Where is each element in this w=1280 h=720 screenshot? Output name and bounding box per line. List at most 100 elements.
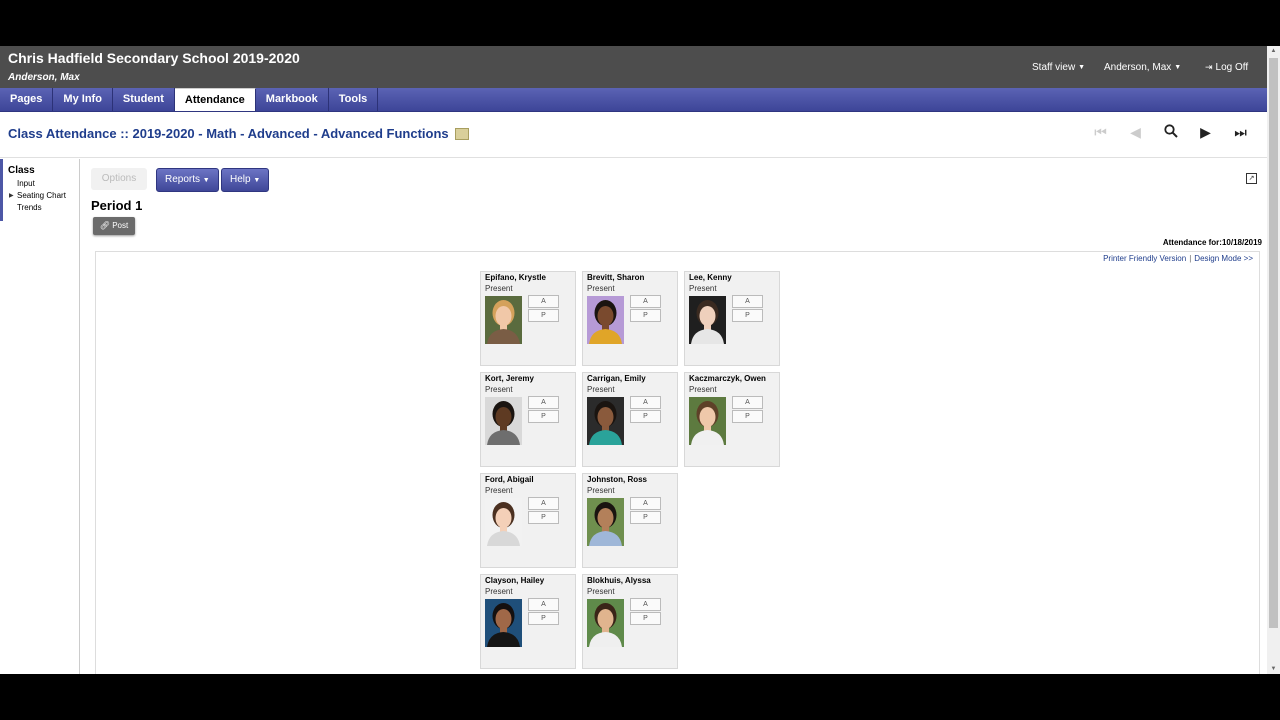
student-name: Blokhuis, Alyssa: [587, 576, 651, 585]
student-photo: [587, 397, 624, 445]
previous-record-icon[interactable]: ◀: [1118, 124, 1153, 141]
staff-view-menu[interactable]: Staff view ▼: [1032, 62, 1085, 73]
app-window: Chris Hadfield Secondary School 2019-202…: [0, 46, 1280, 674]
attendance-status: Present: [485, 284, 513, 293]
tab-student[interactable]: Student: [113, 88, 175, 111]
absent-button[interactable]: A: [630, 497, 661, 510]
present-button[interactable]: P: [732, 309, 763, 322]
attendance-toggle: AP: [528, 295, 559, 323]
tab-attendance[interactable]: Attendance: [174, 88, 256, 111]
student-card[interactable]: Clayson, Hailey Present A P: [480, 574, 576, 669]
sidebar-item-seating-chart[interactable]: Seating Chart: [17, 191, 66, 200]
attendance-status: Present: [485, 385, 513, 394]
last-record-icon[interactable]: ⏭: [1223, 124, 1258, 141]
absent-button[interactable]: A: [732, 396, 763, 409]
student-photo: [485, 498, 522, 546]
view-links: Printer Friendly Version | Design Mode >>: [1103, 254, 1253, 263]
scroll-down-icon[interactable]: ▼: [1267, 666, 1280, 672]
left-sidebar: Class Input ▶ Seating Chart Trends: [0, 159, 80, 674]
attendance-status: Present: [689, 385, 717, 394]
student-photo: [587, 599, 624, 647]
student-card[interactable]: Kort, Jeremy Present A P: [480, 372, 576, 467]
student-photo: [485, 296, 522, 344]
search-icon[interactable]: [1153, 124, 1188, 141]
absent-button[interactable]: A: [528, 598, 559, 611]
sidebar-accent: [0, 159, 3, 221]
post-button[interactable]: 🔗︎ Post: [93, 217, 135, 235]
reports-label: Reports: [165, 174, 201, 185]
attendance-toggle: AP: [630, 396, 661, 424]
attendance-date: Attendance for:10/18/2019: [1162, 238, 1262, 247]
logoff-label: Log Off: [1215, 62, 1249, 73]
present-button[interactable]: P: [528, 410, 559, 423]
tab-tools[interactable]: Tools: [329, 88, 379, 111]
absent-button[interactable]: A: [630, 598, 661, 611]
staff-name: Anderson, Max: [8, 72, 80, 83]
attendance-toggle: AP: [528, 497, 559, 525]
absent-button[interactable]: A: [630, 396, 661, 409]
attendance-status: Present: [587, 385, 615, 394]
first-record-icon[interactable]: ⏮: [1083, 124, 1118, 141]
tab-pages[interactable]: Pages: [0, 88, 54, 111]
title-divider: [0, 157, 1267, 158]
absent-button[interactable]: A: [732, 295, 763, 308]
printer-friendly-link[interactable]: Printer Friendly Version: [1103, 254, 1186, 263]
options-button[interactable]: Options: [91, 168, 147, 190]
popout-icon[interactable]: ↗: [1246, 173, 1257, 184]
student-card[interactable]: Kaczmarczyk, Owen Present A P: [684, 372, 780, 467]
present-button[interactable]: P: [528, 511, 559, 524]
student-card[interactable]: Carrigan, Emily Present A P: [582, 372, 678, 467]
absent-button[interactable]: A: [528, 396, 559, 409]
present-button[interactable]: P: [630, 309, 661, 322]
help-button[interactable]: Help ▼: [221, 168, 270, 192]
student-card[interactable]: Ford, Abigail Present A P: [480, 473, 576, 568]
absent-button[interactable]: A: [528, 497, 559, 510]
student-card[interactable]: Blokhuis, Alyssa Present A P: [582, 574, 678, 669]
logoff-icon: ⇥: [1205, 62, 1213, 72]
student-card[interactable]: Epifano, Krystle Present A P: [480, 271, 576, 366]
chevron-down-icon: ▼: [202, 177, 210, 184]
tab-markbook[interactable]: Markbook: [256, 88, 329, 111]
reports-button[interactable]: Reports ▼: [156, 168, 219, 192]
scroll-up-icon[interactable]: ▲: [1267, 48, 1280, 54]
staff-view-label: Staff view: [1032, 62, 1076, 73]
link-icon: 🔗︎: [99, 221, 110, 230]
student-card[interactable]: Brevitt, Sharon Present A P: [582, 271, 678, 366]
attendance-status: Present: [485, 486, 513, 495]
sidebar-item-trends[interactable]: Trends: [17, 203, 42, 212]
user-menu[interactable]: Anderson, Max ▼: [1104, 62, 1181, 73]
student-card[interactable]: Johnston, Ross Present A P: [582, 473, 678, 568]
present-button[interactable]: P: [630, 511, 661, 524]
chevron-down-icon: ▼: [1078, 64, 1086, 71]
tab-my-info[interactable]: My Info: [53, 88, 113, 111]
scrollbar-thumb[interactable]: [1269, 58, 1278, 628]
absent-button[interactable]: A: [528, 295, 559, 308]
student-name: Epifano, Krystle: [485, 273, 546, 282]
expand-arrow-icon[interactable]: ▶: [9, 192, 14, 199]
student-name: Clayson, Hailey: [485, 576, 545, 585]
student-photo: [587, 498, 624, 546]
attendance-status: Present: [485, 587, 513, 596]
student-card[interactable]: Lee, Kenny Present A P: [684, 271, 780, 366]
page-title-text: Class Attendance :: 2019-2020 - Math - A…: [8, 126, 449, 141]
attendance-status: Present: [587, 284, 615, 293]
absent-button[interactable]: A: [630, 295, 661, 308]
design-mode-link[interactable]: Design Mode >>: [1194, 254, 1253, 263]
student-name: Brevitt, Sharon: [587, 273, 645, 282]
help-label: Help: [230, 174, 251, 185]
student-name: Johnston, Ross: [587, 475, 648, 484]
student-name: Carrigan, Emily: [587, 374, 646, 383]
student-photo: [485, 397, 522, 445]
present-button[interactable]: P: [630, 410, 661, 423]
logoff-link[interactable]: ⇥ Log Off: [1205, 62, 1248, 73]
edit-note-icon[interactable]: [454, 127, 469, 140]
present-button[interactable]: P: [528, 309, 559, 322]
sidebar-item-input[interactable]: Input: [17, 179, 35, 188]
present-button[interactable]: P: [732, 410, 763, 423]
present-button[interactable]: P: [528, 612, 559, 625]
vertical-scrollbar[interactable]: ▲ ▼: [1267, 46, 1280, 674]
student-photo: [689, 397, 726, 445]
student-photo: [485, 599, 522, 647]
next-record-icon[interactable]: ▶: [1188, 124, 1223, 141]
present-button[interactable]: P: [630, 612, 661, 625]
